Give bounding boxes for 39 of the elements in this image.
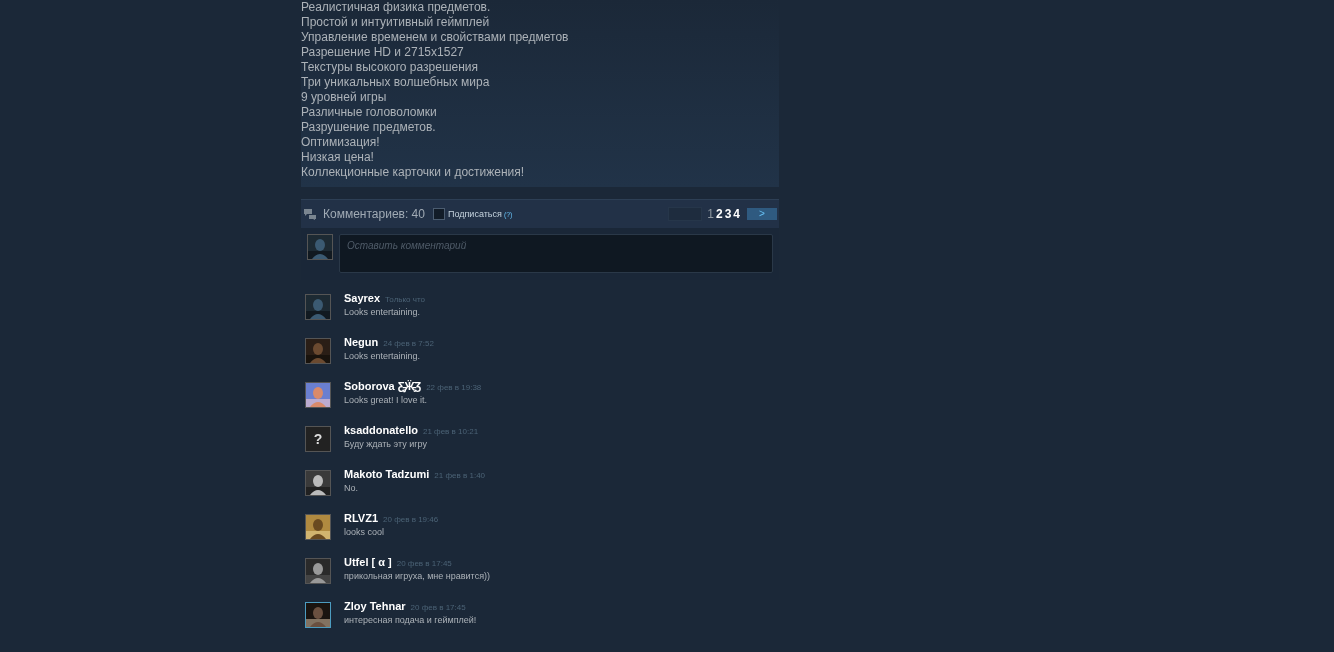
author-name[interactable]: Makoto Tadzumi <box>344 468 430 480</box>
feature-line: Низкая цена! <box>301 150 374 165</box>
feature-line: Разрушение предметов. <box>301 120 436 135</box>
author-name[interactable]: Soborova Ƹ̵̡Ӝ̵̨̄Ʒ <box>344 380 422 392</box>
comment-text: Буду ждать эту игру <box>344 439 428 449</box>
feature-line: Оптимизация! <box>301 135 380 150</box>
page-link[interactable]: 4 <box>733 207 740 221</box>
author-name[interactable]: Zloy Tehnar <box>344 600 406 612</box>
feature-line: Реалистичная физика предметов. <box>301 0 491 15</box>
feature-line: Простой и интуитивный геймплей <box>301 15 490 30</box>
next-page-button[interactable]: > <box>747 208 777 220</box>
subscribe-checkbox[interactable] <box>432 208 445 220</box>
author-name[interactable]: ksaddonatello <box>344 424 418 436</box>
feature-line: Текстуры высокого разрешения <box>301 60 479 75</box>
comment-text: прикольная игруха, мне нравится)) <box>344 571 490 581</box>
feature-line: Управление временем и свойствами предметов <box>301 30 569 45</box>
page-link[interactable]: 1 <box>707 207 714 221</box>
author-name[interactable]: Sayrex <box>344 292 381 304</box>
unknown-avatar[interactable]: ? <box>305 426 331 452</box>
feature-line: 9 уровней игры <box>301 90 387 105</box>
comment-input[interactable]: Оставить комментарий <box>339 234 773 273</box>
author-name[interactable]: Negun <box>344 336 379 348</box>
subscribe-label[interactable]: Подписаться <box>447 209 502 219</box>
comment-text: Looks great! I love it. <box>344 395 429 405</box>
feature-line: Различные головоломки <box>301 105 437 120</box>
speech-bubble-icon <box>303 208 317 220</box>
comment-count: Комментариев: 40 <box>323 207 425 221</box>
page-link[interactable]: 2 <box>715 207 723 221</box>
comment-text: Looks entertaining. <box>344 351 422 361</box>
comment-text: No. <box>344 483 359 493</box>
page-link[interactable]: 3 <box>724 207 732 221</box>
feature-line: Три уникальных волшебных мира <box>301 75 490 90</box>
comment-text: looks cool <box>344 527 386 537</box>
comment-text: интересная подача и геймплей! <box>344 615 477 625</box>
feature-line: Разрешение HD и 2715x1527 <box>301 45 464 60</box>
author-name[interactable]: Utfel [ α ] <box>344 556 392 568</box>
feature-line: Коллекционные карточки и достижения! <box>301 165 525 180</box>
comment-text: Looks entertaining. <box>344 307 422 317</box>
author-name[interactable]: RLVZ1 <box>344 512 379 524</box>
